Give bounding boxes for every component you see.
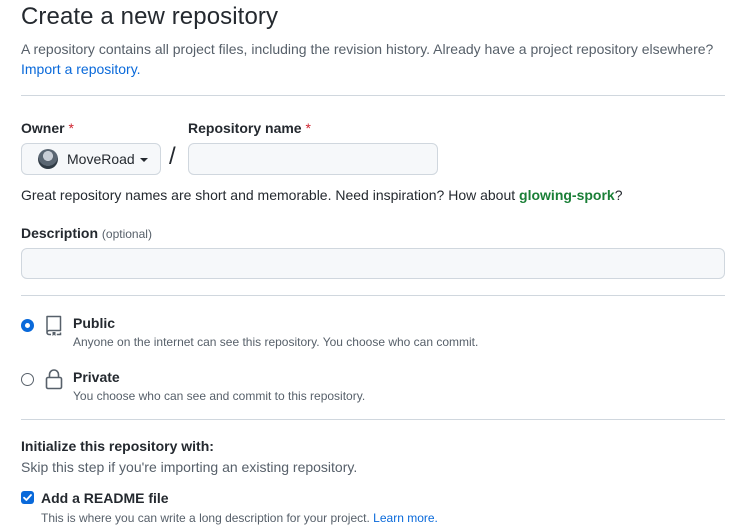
initialize-subtext: Skip this step if you're importing an ex… [21, 459, 358, 475]
avatar [38, 149, 58, 169]
repo-book-icon [46, 315, 62, 336]
create-repo-page: Create a new repository A repository con… [0, 0, 744, 532]
divider [21, 95, 725, 96]
owner-repo-separator: / [169, 143, 176, 170]
owner-label: Owner * [21, 120, 74, 136]
owner-select[interactable]: MoveRoad [21, 143, 161, 175]
private-description: You choose who can see and commit to thi… [73, 389, 366, 403]
repository-name-label-text: Repository name [188, 120, 302, 136]
optional-tag: (optional) [101, 227, 152, 241]
repository-name-input[interactable] [188, 143, 438, 175]
page-title: Create a new repository [21, 3, 279, 30]
divider [21, 295, 725, 296]
description-input[interactable] [21, 248, 725, 279]
public-description: Anyone on the internet can see this repo… [73, 335, 479, 349]
repository-name-label: Repository name * [188, 120, 311, 136]
public-title: Public [73, 315, 116, 331]
name-suggestion[interactable]: glowing-spork [519, 187, 615, 203]
description-label-text: Description [21, 225, 99, 241]
divider [21, 419, 725, 420]
description-label: Description (optional) [21, 225, 152, 241]
readme-description: This is where you can write a long descr… [41, 511, 438, 525]
lock-icon [45, 369, 63, 390]
initialize-heading: Initialize this repository with: [21, 438, 214, 454]
owner-name: MoveRoad [67, 151, 135, 167]
hint-suffix: ? [614, 187, 623, 203]
learn-more-link[interactable]: Learn more. [373, 511, 438, 525]
owner-label-text: Owner [21, 120, 65, 136]
page-subtitle: A repository contains all project files,… [21, 39, 731, 79]
readme-description-text: This is where you can write a long descr… [41, 511, 370, 525]
subtitle-text: A repository contains all project files,… [21, 41, 714, 57]
required-mark: * [305, 120, 311, 136]
caret-down-icon [139, 158, 148, 162]
private-radio[interactable] [21, 373, 34, 386]
required-mark: * [68, 120, 74, 136]
add-readme-checkbox[interactable] [21, 491, 34, 504]
public-radio[interactable] [21, 319, 34, 332]
import-repository-link[interactable]: Import a repository. [21, 61, 141, 77]
add-readme-label[interactable]: Add a README file [41, 490, 169, 506]
checkmark-icon [23, 494, 32, 501]
repository-name-hint: Great repository names are short and mem… [21, 187, 623, 203]
private-title: Private [73, 369, 120, 385]
hint-text: Great repository names are short and mem… [21, 187, 516, 203]
